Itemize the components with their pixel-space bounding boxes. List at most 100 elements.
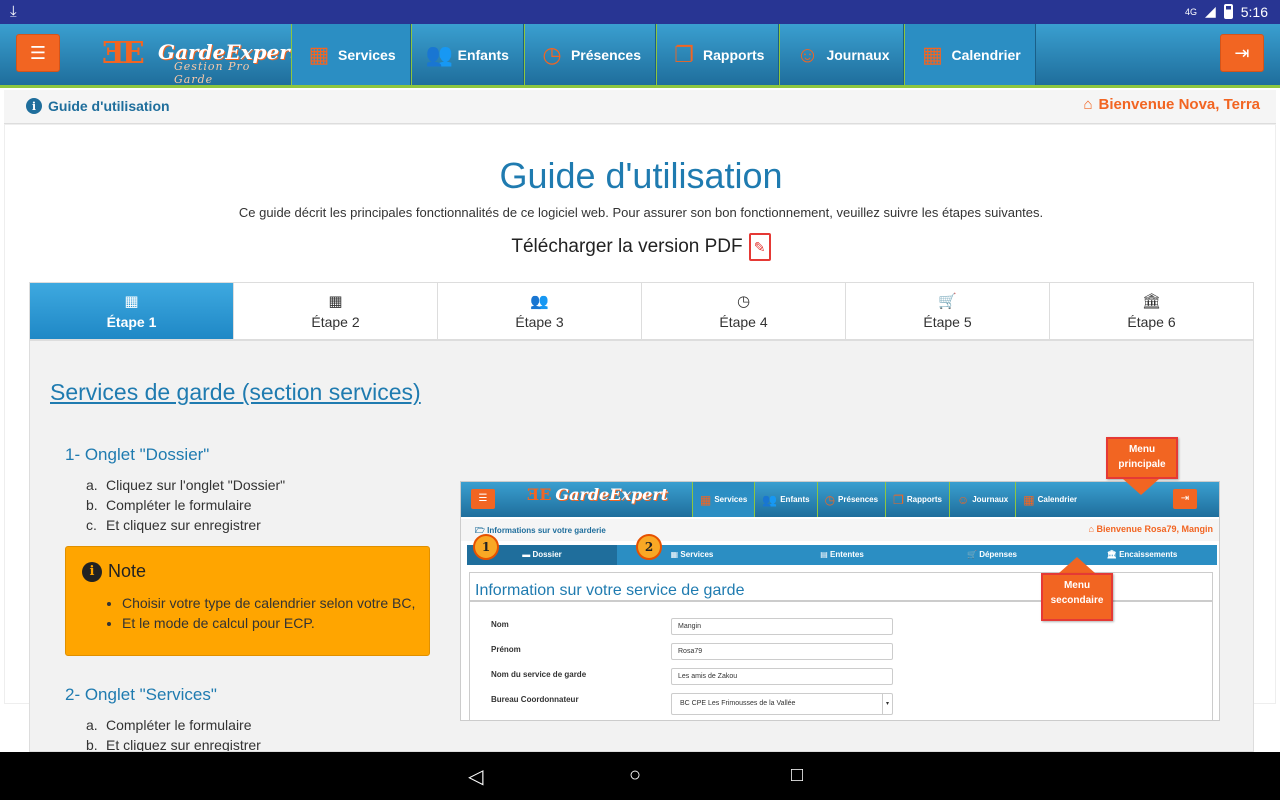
note-box: i Note Choisir votre type de calendrier …	[65, 546, 430, 656]
cart-icon: 🛒	[967, 550, 980, 559]
android-nav-bar: ◁ ○ □	[0, 752, 1280, 800]
shot-nav-item: ▦ Services	[692, 482, 755, 517]
shot-field-value: Les amis de Zakou	[671, 668, 893, 685]
status-bar: ⤓ 4G ◢ 5:16	[0, 0, 1280, 24]
users-icon: 👥	[425, 41, 454, 67]
welcome-link[interactable]: ⌂ Bienvenue Nova, Terra	[1083, 96, 1260, 113]
arrow-up-icon	[1059, 557, 1095, 573]
calendar-icon: ▦	[922, 41, 943, 67]
list-item: a. Compléter le formulaire	[86, 717, 252, 733]
tab-etape-6[interactable]: 🏛 Étape 6	[1050, 283, 1253, 339]
pdf-link-label: Télécharger la version PDF	[511, 236, 743, 257]
nav-calendrier[interactable]: ▦ Calendrier	[904, 24, 1036, 85]
nav-services[interactable]: ▦ Services	[291, 24, 411, 85]
app-logo[interactable]: ƎE GardeExpert Gestion Pro Garde	[102, 36, 299, 86]
main-nav: ▦ Services 👥 Enfants ◷ Présences ❐ Rappo…	[291, 24, 1036, 85]
arrow-down-icon	[1123, 479, 1159, 495]
shot-tab: ▤ Ententes	[820, 550, 864, 559]
shot-breadcrumb-bar: 🗁 Informations sur votre garderie ⌂ Bien…	[461, 519, 1219, 541]
top-navbar: ☰ ƎE GardeExpert Gestion Pro Garde ▦ Ser…	[0, 24, 1280, 88]
list-icon: ☰	[29, 42, 47, 63]
logo-mark: ƎE	[102, 36, 145, 71]
download-icon: ⤓	[10, 3, 17, 20]
bank-icon: 🏛	[1141, 293, 1162, 310]
list-item: b. Compléter le formulaire	[86, 497, 252, 513]
nav-label: Services	[338, 46, 396, 63]
calculator-icon: ▦	[124, 293, 139, 310]
welcome-text: Bienvenue Nova, Terra	[1098, 96, 1260, 113]
nav-label: Rapports	[703, 46, 765, 63]
shot-tab: 🛒 Dépenses	[967, 550, 1017, 559]
file-icon: ▤	[820, 550, 830, 559]
tab-etape-1[interactable]: ▦ Étape 1	[30, 283, 234, 339]
step-badge-1: 1	[473, 534, 499, 560]
home-circle-icon[interactable]: ○	[629, 764, 641, 787]
tab-label: Étape 6	[1127, 314, 1176, 330]
shot-field-value: Mangin	[671, 618, 893, 635]
list-item: Et le mode de calcul pour ECP.	[122, 613, 415, 633]
sign-out-icon: ⇥	[1234, 42, 1250, 63]
calculator-icon: ▦	[670, 550, 681, 559]
shot-nav-item: ◷ Présences	[816, 482, 886, 517]
tab-label: Étape 3	[515, 314, 564, 330]
tab-label: Étape 5	[923, 314, 972, 330]
page-description: Ce guide décrit les principales fonction…	[238, 205, 1044, 220]
bank-icon: 🏛	[1106, 550, 1120, 559]
shot-select-value: BC CPE Les Frimousses de la Vallée	[680, 700, 796, 707]
pdf-download-link[interactable]: Télécharger la version PDF ✎	[5, 233, 1277, 261]
battery-icon	[1223, 4, 1233, 19]
tab-content: Services de garde (section services) 1- …	[29, 340, 1254, 752]
step2-list: a. Compléter le formulaire b. Et cliquez s…	[86, 715, 261, 751]
nav-rapports[interactable]: ❐ Rapports	[656, 24, 780, 85]
calendar-icon: ▦	[328, 293, 343, 310]
users-icon: 👥	[530, 293, 549, 310]
info-icon: i	[82, 561, 102, 582]
list-item: Choisir votre type de calendrier selon v…	[122, 593, 415, 613]
tab-etape-2[interactable]: ▦ Étape 2	[234, 283, 438, 339]
shot-tabs: ▬ Dossier ▦ Services ▤ Ententes 🛒 Dépens…	[467, 545, 1217, 565]
menu-toggle-button[interactable]: ☰	[16, 34, 60, 72]
recents-icon[interactable]: □	[791, 764, 803, 787]
nav-label: Calendrier	[951, 46, 1021, 63]
users-icon: 👥	[762, 492, 778, 507]
callout-menu-principale: Menu principale	[1106, 437, 1178, 479]
file-pdf-icon: ✎	[748, 233, 771, 261]
breadcrumb[interactable]: i Guide d'utilisation	[26, 98, 170, 114]
nav-presences[interactable]: ◷ Présences	[523, 24, 657, 85]
tab-label: Étape 4	[719, 314, 768, 330]
shot-logo: ƎE GardeExpert	[527, 485, 669, 504]
note-list: Choisir votre type de calendrier selon v…	[122, 593, 415, 633]
info-icon: i	[26, 98, 42, 114]
shot-field-label: Nom du service de garde	[491, 670, 587, 679]
note-title: i Note	[82, 561, 146, 582]
shot-field-label: Nom	[491, 620, 509, 629]
clock-icon: ◷	[824, 492, 836, 507]
section-title: Services de garde (section services)	[50, 379, 421, 405]
shot-nav-item: ☺ Journaux	[948, 482, 1015, 517]
clock-icon: ◷	[736, 293, 751, 310]
tab-etape-5[interactable]: 🛒 Étape 5	[846, 283, 1050, 339]
sign-out-icon: ⇥	[1173, 489, 1197, 509]
signal-icon: ◢	[1204, 3, 1216, 19]
logout-button[interactable]: ⇥	[1220, 34, 1264, 72]
shot-nav-item: ▦ Calendrier	[1015, 482, 1084, 517]
cart-icon: 🛒	[938, 293, 957, 310]
shot-nav: ▦ Services 👥 Enfants ◷ Présences ❐ Rapports …	[692, 482, 1084, 517]
step1-list: a. Cliquez sur l'onglet "Dossier" b. Compl…	[86, 475, 285, 535]
back-icon[interactable]: ◁	[468, 764, 483, 789]
shot-nav-item: 👥 Enfants	[754, 482, 816, 517]
nav-label: Présences	[570, 46, 642, 63]
network-label: 4G	[1184, 6, 1197, 17]
breadcrumb-bar: i Guide d'utilisation ⌂ Bienvenue Nova, …	[4, 90, 1276, 124]
tab-etape-4[interactable]: ◷ Étape 4	[642, 283, 846, 339]
shot-field-value: Rosa79	[671, 643, 893, 660]
step1-heading: 1- Onglet "Dossier"	[65, 445, 210, 464]
step2-heading: 2- Onglet "Services"	[65, 685, 217, 704]
home-icon: ⌂	[1083, 96, 1093, 113]
nav-label: Journaux	[826, 46, 890, 63]
shot-field-label: Prénom	[491, 645, 521, 654]
tab-etape-3[interactable]: 👥 Étape 3	[438, 283, 642, 339]
nav-enfants[interactable]: 👥 Enfants	[410, 24, 524, 85]
nav-journaux[interactable]: ☺ Journaux	[779, 24, 905, 85]
list-item: a. Cliquez sur l'onglet "Dossier"	[86, 477, 286, 493]
